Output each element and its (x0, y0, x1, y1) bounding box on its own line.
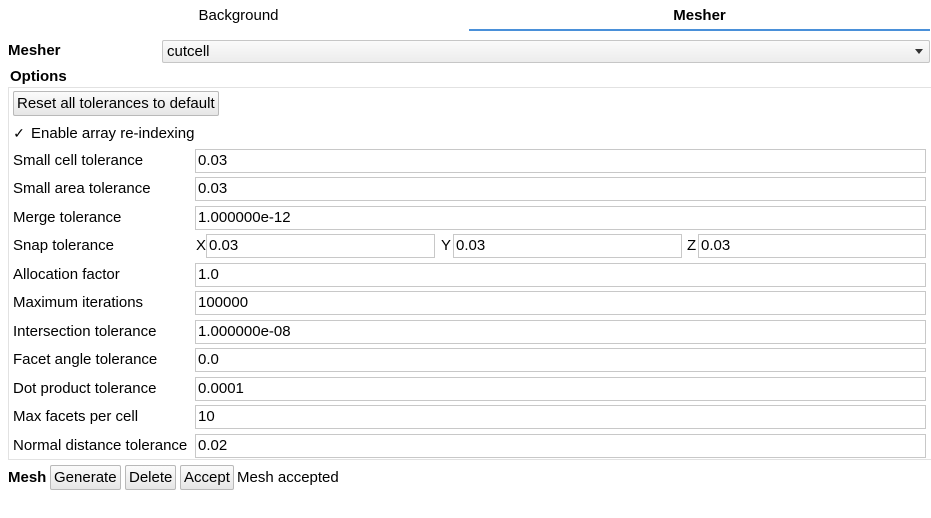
normal-distance-tolerance-label: Normal distance tolerance (13, 437, 188, 454)
dot-product-tolerance-row: Dot product tolerance 0.0001 (13, 377, 927, 401)
reindex-label: Enable array re-indexing (31, 125, 195, 142)
mesh-status: Mesh accepted (237, 469, 339, 486)
facet-angle-tolerance-row: Facet angle tolerance 0.0 (13, 348, 927, 372)
mesh-label: Mesh (8, 469, 47, 486)
tab-bar: Background Mesher (8, 0, 931, 31)
checkmark-icon: ✓ (13, 125, 25, 141)
merge-tolerance-row: Merge tolerance 1.000000e-12 (13, 206, 927, 230)
snap-tolerance-label: Snap tolerance (13, 237, 114, 254)
dot-product-tolerance-label: Dot product tolerance (13, 380, 157, 397)
intersection-tolerance-label: Intersection tolerance (13, 323, 157, 340)
small-cell-tolerance-input[interactable]: 0.03 (195, 149, 926, 173)
snap-tolerance-row: Snap tolerance X 0.03 Y 0.03 Z 0.03 (13, 234, 927, 258)
tab-mesher[interactable]: Mesher (469, 0, 930, 31)
delete-button[interactable]: Delete (125, 465, 177, 490)
maximum-iterations-label: Maximum iterations (13, 294, 144, 311)
maximum-iterations-row: Maximum iterations 100000 (13, 291, 927, 315)
chevron-down-icon (915, 49, 923, 54)
mesh-toolbar: Mesh Generate Delete Accept Mesh accepte… (8, 465, 931, 490)
reset-tolerances-button[interactable]: Reset all tolerances to default (13, 91, 219, 116)
mesher-select-value: cutcell (167, 43, 210, 60)
snap-y-input[interactable]: 0.03 (453, 234, 682, 258)
small-area-tolerance-row: Small area tolerance 0.03 (13, 177, 927, 201)
max-facets-per-cell-row: Max facets per cell 10 (13, 405, 927, 429)
snap-z-label: Z (687, 237, 697, 254)
snap-x-label: X (196, 237, 207, 254)
normal-distance-tolerance-row: Normal distance tolerance 0.02 (13, 434, 927, 458)
small-area-tolerance-label: Small area tolerance (13, 180, 151, 197)
options-group: Reset all tolerances to default ✓ Enable … (8, 87, 931, 460)
accept-button[interactable]: Accept (180, 465, 234, 490)
dot-product-tolerance-input[interactable]: 0.0001 (195, 377, 926, 401)
allocation-factor-input[interactable]: 1.0 (195, 263, 926, 287)
small-area-tolerance-input[interactable]: 0.03 (195, 177, 926, 201)
generate-button[interactable]: Generate (50, 465, 121, 490)
tab-background[interactable]: Background (8, 0, 469, 31)
options-title: Options (10, 68, 67, 85)
mesher-label: Mesher (8, 42, 61, 59)
intersection-tolerance-row: Intersection tolerance 1.000000e-08 (13, 320, 927, 344)
snap-z-input[interactable]: 0.03 (698, 234, 926, 258)
merge-tolerance-input[interactable]: 1.000000e-12 (195, 206, 926, 230)
mesher-row: Mesher cutcell (8, 40, 931, 64)
mesher-select[interactable]: cutcell (162, 40, 930, 63)
allocation-factor-row: Allocation factor 1.0 (13, 263, 927, 287)
max-facets-per-cell-input[interactable]: 10 (195, 405, 926, 429)
facet-angle-tolerance-label: Facet angle tolerance (13, 351, 158, 368)
intersection-tolerance-input[interactable]: 1.000000e-08 (195, 320, 926, 344)
max-facets-per-cell-label: Max facets per cell (13, 408, 139, 425)
reindex-checkbox[interactable]: ✓ Enable array re-indexing (13, 123, 194, 143)
snap-y-label: Y (441, 237, 452, 254)
normal-distance-tolerance-input[interactable]: 0.02 (195, 434, 926, 458)
maximum-iterations-input[interactable]: 100000 (195, 291, 926, 315)
small-cell-tolerance-label: Small cell tolerance (13, 152, 144, 169)
small-cell-tolerance-row: Small cell tolerance 0.03 (13, 149, 927, 173)
facet-angle-tolerance-input[interactable]: 0.0 (195, 348, 926, 372)
snap-x-input[interactable]: 0.03 (206, 234, 435, 258)
merge-tolerance-label: Merge tolerance (13, 209, 122, 226)
allocation-factor-label: Allocation factor (13, 266, 120, 283)
